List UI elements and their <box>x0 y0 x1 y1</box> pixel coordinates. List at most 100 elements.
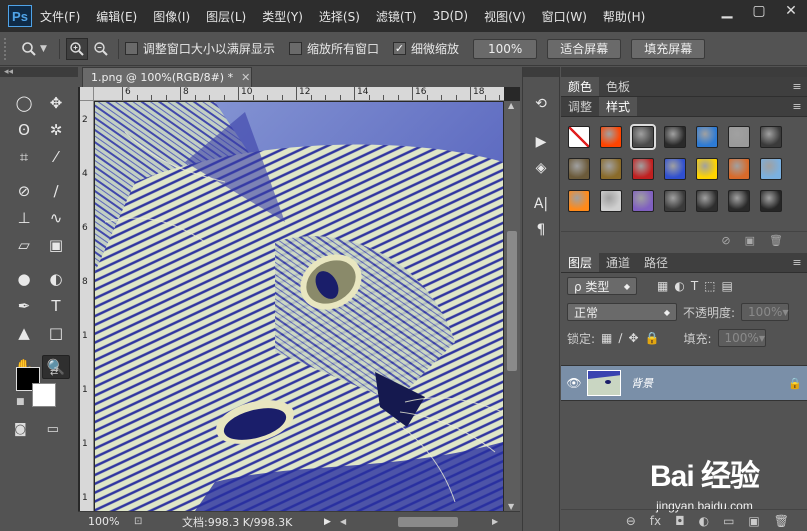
style-swatch[interactable] <box>728 158 750 180</box>
opacity-input[interactable]: 100% ▼ <box>741 303 790 321</box>
layer-row-background[interactable]: 👁 背景 🔒 <box>561 365 807 401</box>
actual-pixels-button[interactable]: 100% <box>472 38 538 59</box>
new-group-icon[interactable]: ▭ <box>723 514 734 528</box>
eraser-icon[interactable]: ▱ <box>10 233 38 257</box>
eyedropper-icon[interactable]: ⁄ <box>42 145 70 169</box>
background-color[interactable] <box>32 383 56 407</box>
character-icon[interactable]: A| <box>528 193 554 215</box>
zoom-icon[interactable] <box>18 38 40 60</box>
new-layer-icon[interactable]: ▣ <box>748 514 759 528</box>
quick-mask-icon[interactable]: ◙ <box>14 422 27 437</box>
menu-filter[interactable]: 滤镜(T) <box>376 8 417 25</box>
magic-wand-icon[interactable]: ✲ <box>42 118 70 142</box>
style-swatch[interactable] <box>664 158 686 180</box>
history-brush-icon[interactable]: ∿ <box>42 206 70 230</box>
menu-3d[interactable]: 3D(D) <box>433 9 468 23</box>
crop-icon[interactable]: ⌗ <box>10 145 38 169</box>
toolbox-collapse-icon[interactable]: ◂◂ <box>0 67 78 77</box>
filter-pixel-icon[interactable]: ▦ <box>657 279 668 293</box>
vertical-scrollbar[interactable]: ▲ ▼ <box>504 101 520 511</box>
style-swatch[interactable] <box>664 190 686 212</box>
menu-type[interactable]: 类型(Y) <box>262 8 303 25</box>
delete-layer-icon[interactable]: 🗑 <box>774 514 789 528</box>
default-colors-icon[interactable]: ■ <box>16 397 25 407</box>
lock-all-icon[interactable]: 🔒 <box>645 331 660 345</box>
horizontal-ruler[interactable]: 6 8 10 12 14 16 18 <box>94 87 504 101</box>
maximize-icon[interactable]: ▢ <box>743 0 775 22</box>
add-mask-icon[interactable]: ◘ <box>675 514 685 528</box>
style-swatch[interactable] <box>568 126 590 148</box>
document-tab[interactable]: 1.png @ 100%(RGB/8#) * ✕ <box>82 67 252 87</box>
ruler-origin[interactable] <box>80 87 94 101</box>
style-swatch[interactable] <box>760 190 782 212</box>
visibility-eye-icon[interactable]: 👁 <box>561 376 587 390</box>
lock-position-icon[interactable]: ✥ <box>628 331 638 345</box>
vertical-ruler[interactable]: 2 4 6 8 1 1 1 1 <box>80 101 94 511</box>
close-icon[interactable]: ✕ <box>775 0 807 22</box>
style-swatch[interactable] <box>760 126 782 148</box>
healing-brush-icon[interactable]: ⊘ <box>10 179 38 203</box>
menu-help[interactable]: 帮助(H) <box>603 8 645 25</box>
panel-menu-icon[interactable]: ≡ <box>787 253 807 272</box>
tab-adjustments[interactable]: 调整 <box>561 97 599 116</box>
scrubby-zoom-checkbox[interactable]: ✓ 细微缩放 <box>392 40 459 57</box>
tab-channels[interactable]: 通道 <box>599 253 637 272</box>
fill-input[interactable]: 100% ▼ <box>717 329 766 347</box>
style-swatch[interactable] <box>632 190 654 212</box>
menu-select[interactable]: 选择(S) <box>319 8 360 25</box>
screen-mode-icon[interactable]: ▭ <box>47 422 59 437</box>
blur-icon[interactable]: ● <box>10 267 38 291</box>
zoom-level[interactable]: 100% <box>88 515 134 528</box>
clear-style-icon[interactable]: ⊘ <box>721 234 730 247</box>
scroll-up-arrow-icon[interactable]: ▲ <box>508 101 514 110</box>
minimize-icon[interactable]: ▁ <box>711 0 743 22</box>
strip-header[interactable] <box>523 67 559 77</box>
filter-type-icon[interactable]: T <box>691 279 698 293</box>
gradient-icon[interactable]: ▣ <box>42 233 70 257</box>
tab-layers[interactable]: 图层 <box>561 253 600 272</box>
new-adjustment-icon[interactable]: ◐ <box>699 514 709 528</box>
layer-kind-filter[interactable]: ρ 类型 ◆ <box>567 277 637 295</box>
menu-image[interactable]: 图像(I) <box>153 8 190 25</box>
menu-file[interactable]: 文件(F) <box>40 8 80 25</box>
brush-icon[interactable]: ∕ <box>42 179 70 203</box>
path-selection-icon[interactable]: ▲ <box>10 321 38 345</box>
new-style-icon[interactable]: ▣ <box>745 234 755 247</box>
horizontal-scroll-thumb[interactable] <box>398 517 458 527</box>
menu-edit[interactable]: 编辑(E) <box>96 8 137 25</box>
delete-style-icon[interactable]: 🗑 <box>769 234 783 247</box>
scroll-down-arrow-icon[interactable]: ▼ <box>508 502 514 511</box>
play-icon[interactable]: ▶ <box>528 131 554 153</box>
pen-icon[interactable]: ✒ <box>10 294 38 318</box>
style-swatch[interactable] <box>728 126 750 148</box>
clone-stamp-icon[interactable]: ⊥ <box>10 206 38 230</box>
style-swatch[interactable] <box>630 124 656 150</box>
tab-styles[interactable]: 样式 <box>599 97 638 116</box>
style-swatch[interactable] <box>568 158 590 180</box>
panel-menu-icon[interactable]: ≡ <box>787 97 807 116</box>
tool-preset-arrow-icon[interactable]: ▼ <box>40 44 47 54</box>
paragraph-icon[interactable]: ¶ <box>528 219 554 241</box>
style-swatch[interactable] <box>664 126 686 148</box>
zoom-all-windows-checkbox[interactable]: 缩放所有窗口 <box>288 40 379 57</box>
blend-mode-select[interactable]: 正常 ◆ <box>567 303 677 321</box>
style-swatch[interactable] <box>728 190 750 212</box>
scroll-right-arrow-icon[interactable]: ▶ <box>492 517 498 526</box>
filter-adjustment-icon[interactable]: ◐ <box>674 279 684 293</box>
document-canvas[interactable] <box>95 102 503 511</box>
style-swatch[interactable] <box>600 190 622 212</box>
marquee-icon[interactable]: ◯ <box>10 91 38 115</box>
fill-screen-button[interactable]: 填充屏幕 <box>631 38 706 59</box>
menu-view[interactable]: 视图(V) <box>484 8 526 25</box>
lasso-icon[interactable]: ʘ <box>10 118 38 142</box>
checkbox-box[interactable] <box>124 42 138 55</box>
tab-paths[interactable]: 路径 <box>637 253 675 272</box>
link-layers-icon[interactable]: ⊖ <box>626 514 636 528</box>
rectangle-icon[interactable]: □ <box>42 321 70 345</box>
menu-layer[interactable]: 图层(L) <box>206 8 246 25</box>
style-swatch[interactable] <box>632 158 654 180</box>
filter-smart-icon[interactable]: ▤ <box>722 279 733 293</box>
tab-swatches[interactable]: 色板 <box>599 77 637 96</box>
close-document-icon[interactable]: ✕ <box>241 71 250 84</box>
panel-dock-header[interactable] <box>561 67 807 77</box>
